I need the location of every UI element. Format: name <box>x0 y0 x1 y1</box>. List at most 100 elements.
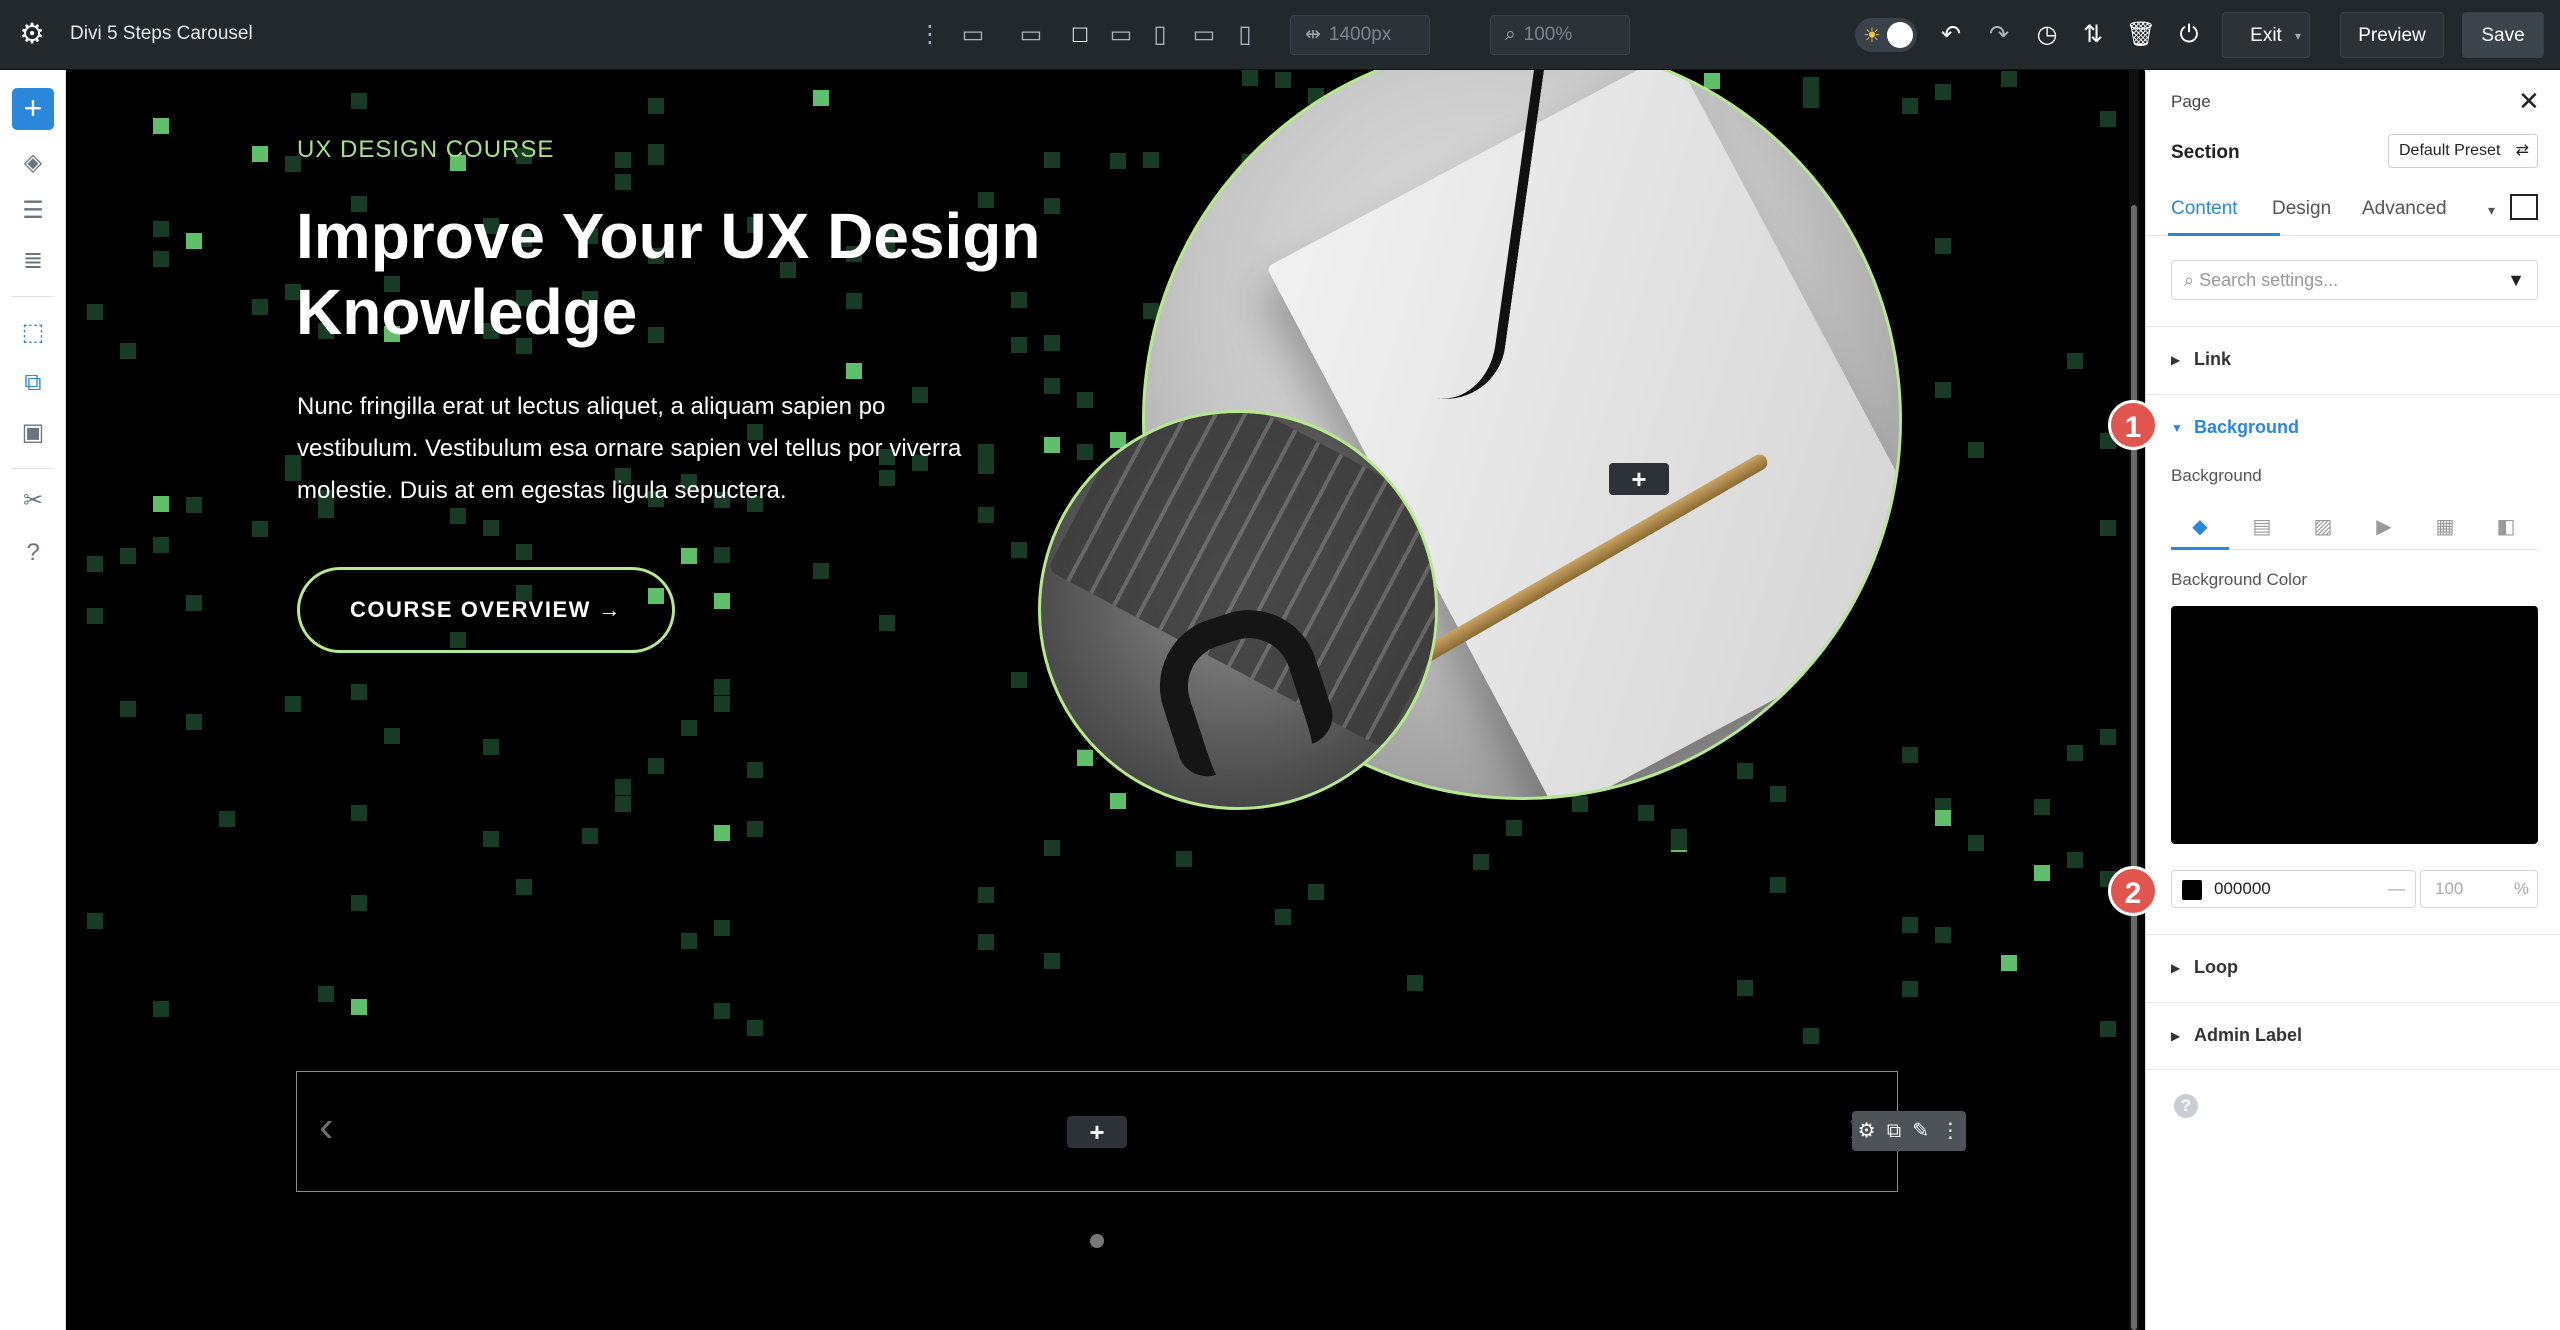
background-pixel <box>1902 747 1918 763</box>
add-row-button[interactable]: + <box>1067 1116 1127 1148</box>
background-pixel <box>516 879 532 895</box>
tab-design[interactable]: Design <box>2272 198 2331 220</box>
background-pixel <box>714 593 730 609</box>
background-pixel <box>1935 927 1951 943</box>
background-pixel <box>1671 834 1687 850</box>
sort-arrows-icon[interactable]: ⇅ <box>2076 18 2110 52</box>
add-module-button[interactable]: + <box>1609 463 1669 495</box>
background-pixel <box>1275 909 1291 925</box>
opacity-input[interactable]: 100 % <box>2420 870 2538 908</box>
undo-icon[interactable]: ↶ <box>1934 18 1968 52</box>
carousel-prev-arrow-icon[interactable]: ‹ <box>319 1102 334 1152</box>
more-vertical-icon[interactable]: ⋮ <box>918 18 942 52</box>
add-module-icon[interactable]: + <box>12 88 54 130</box>
background-pixel <box>252 299 268 315</box>
template-settings-icon[interactable]: ▣ <box>16 416 50 450</box>
background-pixel <box>252 146 268 162</box>
filter-funnel-icon[interactable]: ▼ <box>2507 261 2525 299</box>
hero-headline[interactable]: Improve Your UX Design Knowledge <box>296 198 1176 350</box>
zoom-input[interactable]: ⌕ 100% <box>1490 15 1630 55</box>
carousel-dot[interactable] <box>1090 1234 1104 1248</box>
background-pixel <box>2001 71 2017 87</box>
background-pixel <box>2034 799 2050 815</box>
trash-icon[interactable]: 🗑 <box>2124 18 2158 52</box>
preview-button[interactable]: Preview <box>2340 12 2444 58</box>
background-pixel <box>1803 92 1819 108</box>
exit-button[interactable]: Exit ▾ <box>2222 12 2310 58</box>
hero-body-text[interactable]: Nunc fringilla erat ut lectus aliquet, a… <box>297 386 1077 512</box>
tab-content[interactable]: Content <box>2171 198 2238 220</box>
mask-icon[interactable]: ◧ <box>2489 512 2523 542</box>
layers-icon[interactable]: ◈ <box>16 146 50 180</box>
view-phone-icon[interactable]: ▯ <box>1234 18 1256 52</box>
click-select-icon[interactable]: ⬚ <box>16 316 50 350</box>
view-tablet-icon[interactable]: ▯ <box>1148 18 1172 52</box>
group-link[interactable]: ▶ Link <box>2146 326 2560 394</box>
redo-icon[interactable]: ↷ <box>1982 18 2016 52</box>
background-pixel <box>153 221 169 237</box>
background-pixel <box>351 805 367 821</box>
canvas-scrollbar-thumb[interactable] <box>2131 205 2137 1330</box>
theme-toggle[interactable]: ☀ <box>1855 18 1917 52</box>
builder-canvas[interactable]: UX DESIGN COURSE Improve Your UX Design … <box>67 70 2127 1330</box>
preset-dropdown[interactable]: Default Preset ⇄ <box>2388 134 2538 168</box>
background-pixel <box>681 933 697 949</box>
search-icon: ⌕ <box>2184 270 2200 290</box>
paint-bucket-icon[interactable]: ◆ <box>2183 512 2217 542</box>
page-title: Divi 5 Steps Carousel <box>70 23 253 44</box>
video-icon[interactable]: ▶ <box>2367 512 2401 542</box>
settings-search-input[interactable]: ⌕ Search settings... ▼ <box>2171 260 2538 300</box>
color-swatch[interactable] <box>2182 880 2202 900</box>
close-icon[interactable]: ✕ <box>2518 86 2540 117</box>
background-pixel <box>1308 884 1324 900</box>
course-overview-button[interactable]: COURSE OVERVIEW → <box>297 567 675 653</box>
view-desktop-wide-icon[interactable]: ▭ <box>950 18 996 52</box>
view-tablet-landscape-icon[interactable]: ▭ <box>1106 18 1136 52</box>
settings-gear-icon[interactable]: ⚙ <box>18 20 46 48</box>
exit-dropdown-caret-icon[interactable]: ▾ <box>2295 13 2301 59</box>
background-pixel <box>2100 729 2116 745</box>
page-settings-icon[interactable]: ≣ <box>16 244 50 278</box>
copy-style-icon[interactable]: ✎ <box>1912 1111 1929 1151</box>
tools-icon[interactable]: ✂ <box>16 484 50 518</box>
multi-select-icon[interactable]: ⧉ <box>16 366 50 400</box>
help-icon[interactable]: ? <box>2174 1094 2198 1118</box>
color-hex-input[interactable]: 000000 — <box>2171 870 2416 908</box>
background-pixel <box>318 986 334 1002</box>
background-pixel <box>219 811 235 827</box>
more-options-icon[interactable]: ⋮ <box>1940 1111 1960 1151</box>
hero-eyebrow[interactable]: UX DESIGN COURSE <box>297 136 554 164</box>
view-laptop-icon[interactable]: □ <box>1064 18 1096 52</box>
background-pixel <box>351 684 367 700</box>
gradient-icon[interactable]: ▤ <box>2245 512 2279 542</box>
image-icon[interactable]: ▨ <box>2306 512 2340 542</box>
background-pixel <box>1935 84 1951 100</box>
background-type-tabs: ◆ ▤ ▨ ▶ ▦ ◧ <box>2171 506 2538 550</box>
history-clock-icon[interactable]: ◷ <box>2030 18 2064 52</box>
duplicate-icon[interactable]: ⧉ <box>1887 1111 1901 1151</box>
group-loop[interactable]: ▶ Loop <box>2146 934 2560 1002</box>
group-background[interactable]: ▼ Background <box>2146 394 2560 437</box>
module-settings-icon[interactable]: ⚙ <box>1858 1111 1876 1151</box>
background-pixel <box>1077 750 1093 766</box>
power-icon[interactable]: ⏻ <box>2172 18 2206 52</box>
database-icon[interactable]: ☰ <box>16 194 50 228</box>
panel-expand-icon[interactable] <box>2510 194 2538 220</box>
tab-advanced[interactable]: Advanced <box>2362 198 2447 220</box>
left-sidebar: + ◈ ☰ ≣ ⬚ ⧉ ▣ ✂ ? <box>0 70 66 1330</box>
group-admin-label[interactable]: ▶ Admin Label <box>2146 1002 2560 1070</box>
help-question-icon[interactable]: ? <box>16 536 50 570</box>
canvas-width-input[interactable]: ⇹ 1400px <box>1290 15 1430 55</box>
tabs-more-caret-icon[interactable]: ▾ <box>2488 202 2495 219</box>
background-color-preview[interactable] <box>2171 606 2538 844</box>
hero-image-small[interactable] <box>1038 410 1438 810</box>
background-pixel <box>813 563 829 579</box>
pattern-icon[interactable]: ▦ <box>2428 512 2462 542</box>
view-phone-landscape-icon[interactable]: ▭ <box>1190 18 1218 52</box>
view-desktop-icon[interactable]: ▭ <box>1012 18 1050 52</box>
background-color-label: Background Color <box>2171 570 2308 589</box>
active-tab-indicator <box>2168 233 2280 236</box>
panel-tabs: Content Design Advanced ▾ <box>2146 184 2560 236</box>
background-pixel <box>1572 796 1588 812</box>
save-button[interactable]: Save <box>2462 12 2544 58</box>
